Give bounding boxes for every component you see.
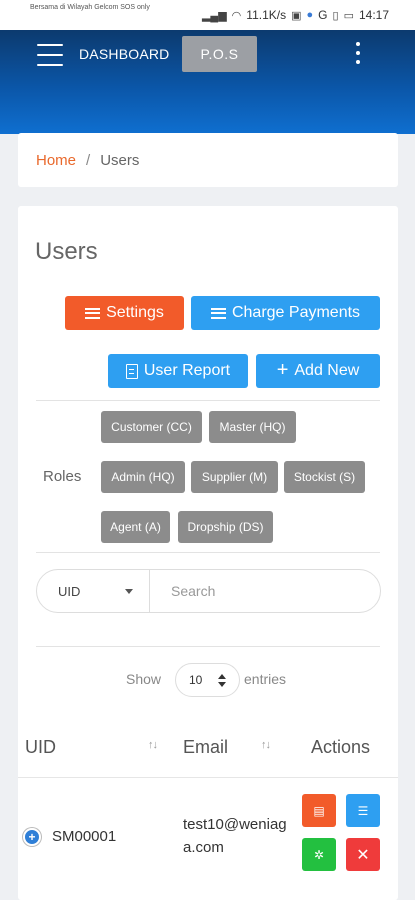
entries-label: entries [244, 671, 287, 687]
menu-icon [210, 307, 226, 319]
role-dropship[interactable]: Dropship (DS) [178, 511, 273, 543]
hamburger-icon[interactable] [37, 44, 63, 66]
breadcrumb-home[interactable]: Home [36, 152, 76, 169]
notification-icon: ▣ [291, 9, 302, 22]
sort-icon[interactable]: ↑↓ [148, 739, 158, 751]
roles-label: Roles [43, 468, 82, 485]
page-title: Users [35, 238, 98, 265]
charge-payments-button[interactable]: Charge Payments [191, 296, 380, 330]
entries-value: 10 [189, 673, 203, 687]
cell-email: test10@weniaga.com [183, 816, 287, 856]
chevron-down-icon [125, 589, 133, 594]
settings-label: Settings [106, 304, 164, 321]
kebab-icon[interactable] [352, 42, 364, 64]
user-report-label: User Report [143, 362, 231, 379]
network-type: G [318, 8, 328, 22]
net-speed: 11.1K/s [246, 8, 287, 22]
sort-icon[interactable]: ↑↓ [261, 739, 271, 751]
vibrate-icon: ▯ [332, 9, 339, 22]
battery-icon: ▭ [343, 9, 354, 22]
breadcrumb-current: Users [100, 151, 140, 169]
document-icon [125, 363, 138, 379]
role-supplier[interactable]: Supplier (M) [191, 461, 278, 493]
column-header-actions: Actions [311, 737, 371, 757]
role-stockist[interactable]: Stockist (S) [284, 461, 365, 493]
show-label: Show [126, 671, 162, 687]
divider [36, 552, 380, 553]
user-report-button[interactable]: User Report [108, 354, 248, 388]
signal-icon: ▂▄▆ [201, 9, 227, 22]
table-row-divider [18, 777, 398, 778]
divider [36, 646, 380, 647]
add-new-label: Add New [294, 362, 360, 379]
activate-icon: ✲ [313, 847, 325, 862]
search-field-value: UID [58, 583, 81, 599]
list-icon: ☰ [357, 803, 369, 818]
clock: 14:17 [358, 8, 389, 22]
plus-icon: + [276, 359, 289, 381]
dashboard-link[interactable]: DASHBOARD [79, 46, 169, 62]
settings-button[interactable]: Settings [65, 296, 184, 330]
wifi-icon: ◠ [231, 9, 242, 22]
entries-select[interactable]: 10 [175, 663, 240, 697]
expand-icon[interactable]: + [23, 828, 41, 846]
pos-button[interactable]: P.O.S [182, 36, 257, 72]
updown-icon [218, 674, 226, 688]
activate-button[interactable]: ✲ [302, 838, 336, 871]
role-agent[interactable]: Agent (A) [101, 511, 170, 543]
delete-button[interactable]: ✕ [346, 838, 380, 871]
column-header-email[interactable]: Email [183, 737, 228, 758]
search-field-select[interactable]: UID [37, 570, 150, 612]
add-new-button[interactable]: + Add New [256, 354, 380, 388]
dot-icon: ● [306, 9, 314, 21]
close-icon: ✕ [356, 846, 370, 864]
search-input[interactable] [151, 570, 380, 612]
app-header: DASHBOARD P.O.S [0, 30, 415, 134]
edit-icon: ▤ [313, 803, 325, 818]
edit-button[interactable]: ▤ [302, 794, 336, 827]
search-bar: UID [36, 569, 381, 613]
status-icons: ▂▄▆ ◠ 11.1K/s ▣ ● G ▯ ▭ 14:17 [202, 8, 389, 22]
column-header-uid[interactable]: UID [25, 737, 56, 758]
charge-payments-label: Charge Payments [231, 304, 361, 321]
role-customer[interactable]: Customer (CC) [101, 411, 202, 443]
carrier-text: Bersama di Wilayah Gelcom SOS only [30, 4, 150, 11]
users-card: Users Settings Charge Payments User Repo… [18, 206, 398, 900]
status-bar: Bersama di Wilayah Gelcom SOS only ▂▄▆ ◠… [0, 0, 415, 30]
cell-uid: SM00001 [52, 828, 117, 845]
role-admin[interactable]: Admin (HQ) [101, 461, 185, 493]
list-button[interactable]: ☰ [346, 794, 380, 827]
role-master[interactable]: Master (HQ) [209, 411, 296, 443]
menu-icon [85, 307, 101, 319]
breadcrumb-separator: / [86, 151, 91, 169]
breadcrumb: Home / Users [18, 133, 398, 187]
divider [36, 400, 380, 401]
